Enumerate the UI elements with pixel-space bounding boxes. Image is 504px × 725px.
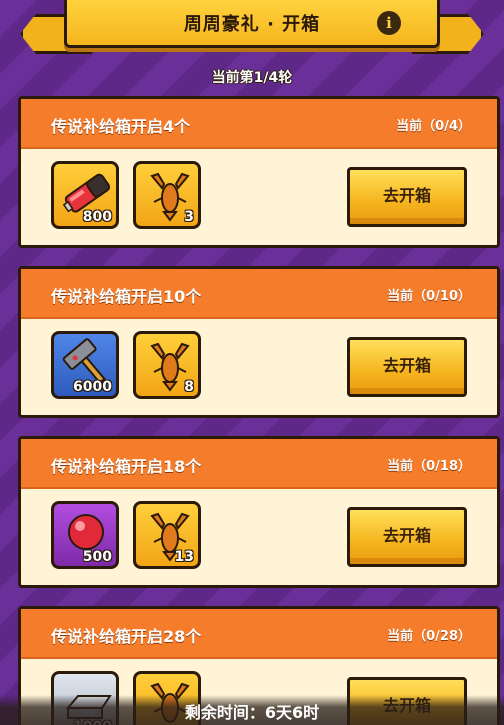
task-progress: 当前（0/18）: [387, 459, 471, 474]
reward-item[interactable]: 800: [51, 161, 119, 229]
task-body: 6000 8 去开箱: [21, 319, 497, 415]
reward-qty: 8: [184, 379, 194, 395]
task-card: 传说补给箱开启10个 当前（0/10） 6000 8 去开箱: [18, 266, 500, 418]
reward-item[interactable]: 13: [133, 501, 201, 569]
task-title: 传说补给箱开启4个: [51, 117, 191, 136]
reward-item[interactable]: 3: [133, 161, 201, 229]
task-title: 传说补给箱开启18个: [51, 457, 202, 476]
task-header: 传说补给箱开启28个 当前（0/28）: [21, 609, 497, 659]
info-icon[interactable]: i: [377, 11, 401, 35]
task-header: 传说补给箱开启10个 当前（0/10）: [21, 269, 497, 319]
task-card: 传说补给箱开启4个 当前（0/4） 800 3 去开箱: [18, 96, 500, 248]
task-header: 传说补给箱开启18个 当前（0/18）: [21, 439, 497, 489]
remaining-time: 剩余时间：6天6时: [0, 695, 504, 725]
banner-main: 周周豪礼 · 开箱 i: [64, 0, 440, 48]
reward-item[interactable]: 8: [133, 331, 201, 399]
reward-qty: 13: [174, 549, 194, 565]
reward-qty: 500: [82, 549, 112, 565]
task-title: 传说补给箱开启10个: [51, 287, 202, 306]
task-progress: 当前（0/28）: [387, 629, 471, 644]
task-body: 800 3 去开箱: [21, 149, 497, 245]
round-indicator: 当前第1/4轮: [211, 70, 293, 86]
open-box-button[interactable]: 去开箱: [347, 167, 467, 227]
task-header: 传说补给箱开启4个 当前（0/4）: [21, 99, 497, 149]
task-card: 传说补给箱开启18个 当前（0/18） 500 13 去开箱: [18, 436, 500, 588]
open-box-button[interactable]: 去开箱: [347, 337, 467, 397]
task-title: 传说补给箱开启28个: [51, 627, 202, 646]
reward-item[interactable]: 6000: [51, 331, 119, 399]
open-box-button[interactable]: 去开箱: [347, 507, 467, 567]
reward-qty: 3: [184, 209, 194, 225]
task-progress: 当前（0/10）: [387, 289, 471, 304]
reward-qty: 800: [82, 209, 112, 225]
reward-qty: 6000: [73, 379, 112, 395]
task-progress: 当前（0/4）: [396, 119, 471, 134]
header-banner: 周周豪礼 · 开箱 i: [0, 0, 504, 62]
task-body: 500 13 去开箱: [21, 489, 497, 585]
reward-item[interactable]: 500: [51, 501, 119, 569]
